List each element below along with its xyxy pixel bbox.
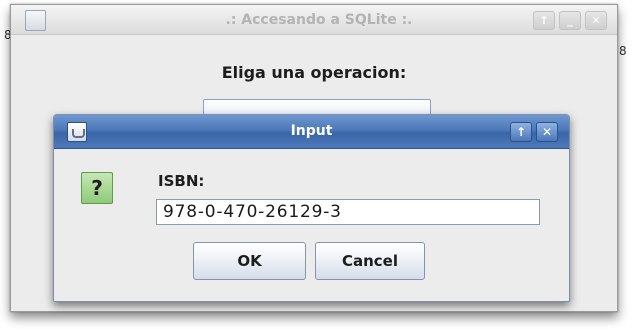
minimize-button[interactable]: _ bbox=[559, 11, 581, 30]
input-dialog: Input ↑ ✕ ? ISBN: OK Cancel bbox=[53, 114, 570, 302]
maximize-button[interactable]: ↑ bbox=[510, 122, 532, 142]
ok-button[interactable]: OK bbox=[193, 242, 306, 280]
close-button[interactable]: ✕ bbox=[536, 122, 558, 142]
close-button[interactable]: ✕ bbox=[585, 11, 607, 30]
cancel-button[interactable]: Cancel bbox=[315, 242, 425, 280]
maximize-button[interactable]: ↑ bbox=[533, 11, 555, 30]
input-dialog-titlebar[interactable]: Input ↑ ✕ bbox=[54, 115, 569, 149]
main-window-title: .: Accesando a SQLite :. bbox=[225, 12, 413, 28]
main-window-controls: ↑ _ ✕ bbox=[533, 11, 607, 30]
main-window-titlebar[interactable]: .: Accesando a SQLite :. ↑ _ ✕ bbox=[11, 5, 617, 35]
operation-heading: Eliga una operacion: bbox=[221, 63, 407, 82]
question-icon: ? bbox=[81, 172, 113, 204]
isbn-label: ISBN: bbox=[158, 172, 205, 190]
desktop: 8 8 .: Accesando a SQLite :. ↑ _ ✕ Eliga… bbox=[0, 0, 633, 329]
input-dialog-title: Input bbox=[290, 123, 333, 139]
input-dialog-controls: ↑ ✕ bbox=[510, 122, 558, 142]
right-edge-text: 8 bbox=[619, 44, 627, 58]
isbn-input[interactable] bbox=[156, 199, 540, 225]
